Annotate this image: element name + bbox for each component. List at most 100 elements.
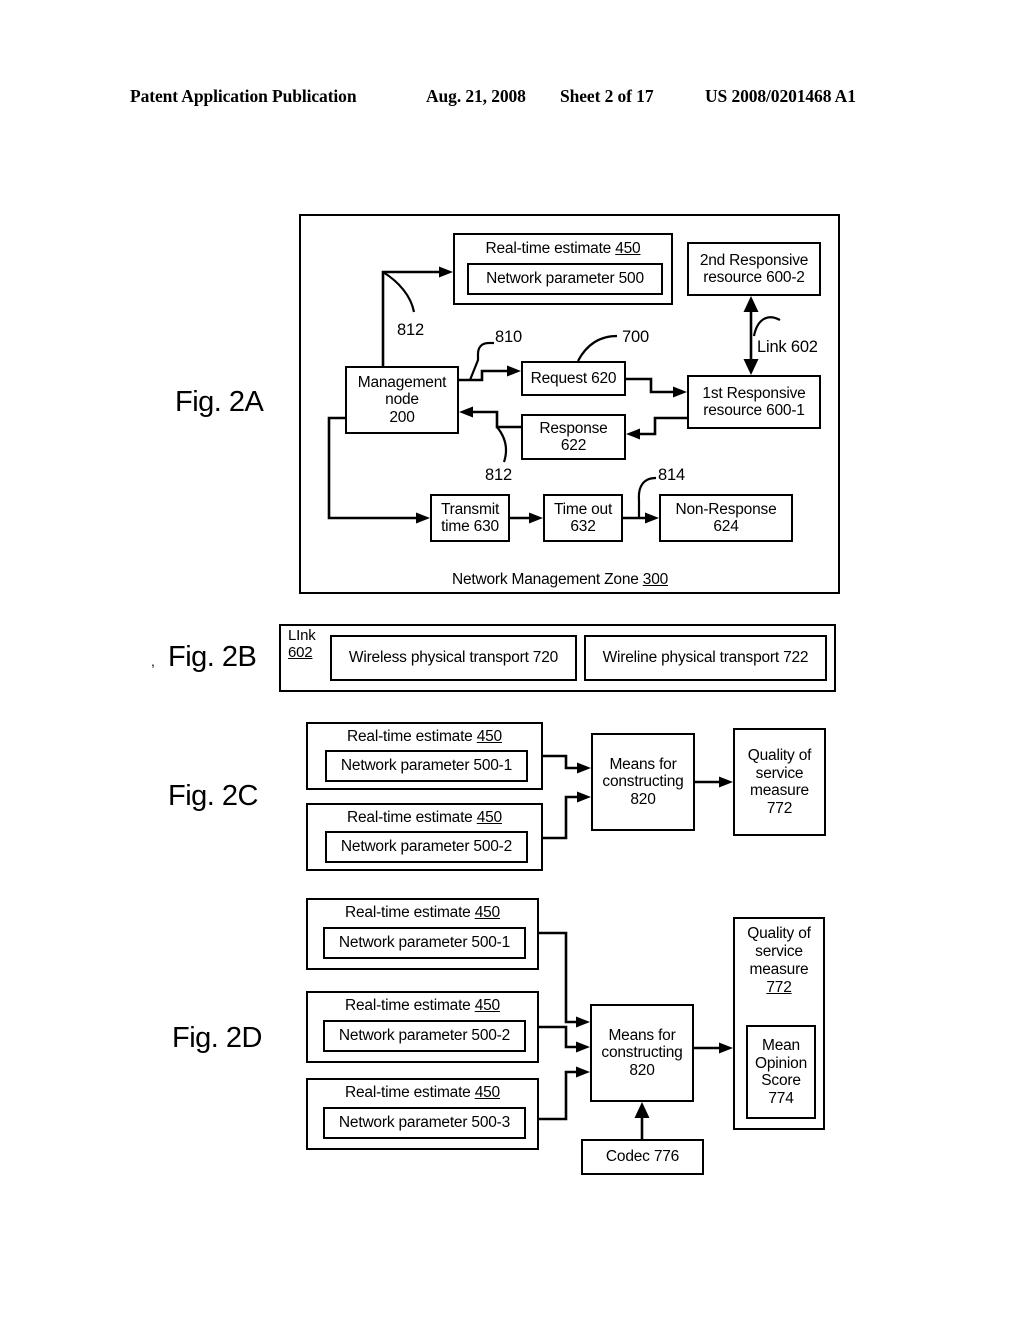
response-line2: 622 [560,437,587,454]
fig2a-response-box: Response 622 [521,414,626,460]
zone-label-text: Network Management Zone [452,571,643,588]
fig2c-qos-line4: 772 [766,799,793,817]
time-out-line1: Time out [553,500,613,518]
fig2d-rte3-title: Real-time estimate 450 [308,1084,537,1102]
fig2c-qos-line3: measure [750,782,809,799]
fig2d-qos-line1: Quality of [747,925,811,942]
fig2a-zone-label: Network Management Zone 300 [452,571,668,589]
fig2d-codec-box: Codec 776 [581,1139,704,1175]
responsive-2nd-line2: resource 600-2 [703,269,805,286]
rte-title-num: 450 [615,240,641,257]
fig2c-network-parameter-2: Network parameter 500-2 [325,831,528,863]
management-node-line1: Management [357,373,447,391]
fig2a-ref-810: 810 [495,328,522,346]
fig2d-mean-opinion-score-box: Mean Opinion Score 774 [746,1025,816,1119]
fig2b-wireless-transport-box: Wireless physical transport 720 [330,635,577,681]
fig2d-rte2-title-text: Real-time estimate [345,997,475,1014]
request-label: Request 620 [530,369,617,387]
fig2c-means-line3: 820 [630,790,656,808]
figure-label-2a: Fig. 2A [175,386,264,418]
management-node-line3: 200 [389,408,415,426]
fig2a-real-time-estimate-group: Real-time estimate 450 Network parameter… [453,233,673,305]
fig2d-codec-label: Codec 776 [605,1148,680,1166]
transmit-time-line1: Transmit [440,500,500,518]
header-publication: Patent Application Publication [130,86,357,106]
fig2c-rte1-title-num: 450 [476,728,502,745]
fig2c-real-time-estimate-group-1: Real-time estimate 450 Network parameter… [306,722,543,790]
wireless-transport-label: Wireless physical transport 720 [348,649,559,667]
fig2d-mos-line1: Mean [762,1037,800,1054]
header-date: Aug. 21, 2008 [426,86,526,106]
fig2d-real-time-estimate-group-3: Real-time estimate 450 Network parameter… [306,1078,539,1150]
fig2c-rte2-title-text: Real-time estimate [347,809,477,826]
wireline-transport-label: Wireline physical transport 722 [602,649,809,667]
fig2c-qos-line1: Quality of [747,747,812,764]
fig2c-real-time-estimate-group-2: Real-time estimate 450 Network parameter… [306,803,543,871]
fig2c-qos-line2: service [755,764,804,782]
fig2d-network-parameter-3: Network parameter 500-3 [323,1107,526,1139]
fig2a-non-response-box: Non-Response 624 [659,494,793,542]
fig2a-request-box: Request 620 [521,361,626,396]
fig2a-ref-812-mid: 812 [485,466,512,484]
fig2c-means-line2: constructing [602,773,684,791]
fig2c-means-for-constructing-box: Means for constructing 820 [591,733,695,831]
time-out-line2: 632 [570,518,596,535]
fig2d-qos-line3: measure [749,961,809,978]
fig2b-link-num: 602 [288,643,313,661]
zone-label-num: 300 [642,571,669,588]
fig2d-rte1-title-num: 450 [474,904,500,921]
fig2d-means-line1: Means for [608,1026,676,1044]
fig2d-rte1-title-text: Real-time estimate [345,904,475,921]
fig2c-rte2-title: Real-time estimate 450 [308,809,541,827]
fig2d-qos-num: 772 [766,979,792,996]
fig2d-network-parameter-1: Network parameter 500-1 [323,927,526,959]
fig2b-wireline-transport-box: Wireline physical transport 722 [584,635,827,681]
fig2a-2nd-responsive-resource-box: 2nd Responsive resource 600-2 [687,242,821,296]
fig2c-rte1-title-text: Real-time estimate [347,728,477,745]
fig2c-network-parameter-1: Network parameter 500-1 [325,750,528,782]
responsive-1st-line2: resource 600-1 [703,402,805,419]
fig2c-rte2-title-num: 450 [476,809,502,826]
rte-title-text: Real-time estimate [485,240,616,257]
responsive-2nd-line1: 2nd Responsive [699,251,809,269]
fig2a-ref-700: 700 [622,328,649,346]
fig2d-real-time-estimate-group-1: Real-time estimate 450 Network parameter… [306,898,539,970]
fig2a-ref-814: 814 [658,466,685,484]
header-sheet-number: Sheet 2 of 17 [560,86,654,106]
management-node-line2: node [385,391,419,409]
figure-label-2b: Fig. 2B [168,641,257,673]
fig2a-management-node-box: Management node 200 [345,366,459,434]
figure-label-2c: Fig. 2C [168,780,258,812]
non-response-line1: Non-Response [675,500,777,518]
fig2d-means-for-constructing-box: Means for constructing 820 [590,1004,694,1102]
stray-mark: , [151,653,155,669]
fig2b-link-label: LInk 602 [288,627,316,662]
fig2d-network-parameter-2: Network parameter 500-2 [323,1020,526,1052]
fig2a-real-time-estimate-title: Real-time estimate 450 [455,240,671,258]
fig2d-rte2-title-num: 450 [474,997,500,1014]
fig2d-qos-title: Quality of service measure 772 [735,925,823,997]
header-patent-number: US 2008/0201468 A1 [705,86,856,106]
fig2d-real-time-estimate-group-2: Real-time estimate 450 Network parameter… [306,991,539,1063]
response-line1: Response [539,419,608,437]
page-header: Patent Application Publication Aug. 21, … [130,86,890,112]
fig2c-means-line1: Means for [609,755,677,773]
fig2d-mos-line2: Opinion [754,1054,808,1072]
fig2d-quality-of-service-measure-box: Quality of service measure 772 Mean Opin… [733,917,825,1130]
fig2d-qos-line2: service [755,943,803,960]
fig2d-rte1-title: Real-time estimate 450 [308,904,537,922]
fig2d-mos-line3: Score [761,1072,801,1089]
fig2d-rte2-title: Real-time estimate 450 [308,997,537,1015]
fig2b-link-word: LInk [288,627,316,644]
fig2a-ref-link-602: Link 602 [757,338,818,356]
non-response-line2: 624 [713,518,739,535]
fig2a-time-out-box: Time out 632 [543,494,623,542]
fig2d-rte3-title-num: 450 [474,1084,500,1101]
fig2d-means-line3: 820 [629,1061,655,1079]
fig2a-network-parameter-box: Network parameter 500 [467,263,663,295]
fig2a-transmit-time-box: Transmit time 630 [430,494,510,542]
fig2c-quality-of-service-measure-box: Quality of service measure 772 [733,728,826,836]
fig2c-rte1-title: Real-time estimate 450 [308,728,541,746]
fig2d-mos-line4: 774 [768,1089,794,1107]
fig2a-ref-812-top: 812 [397,321,424,339]
